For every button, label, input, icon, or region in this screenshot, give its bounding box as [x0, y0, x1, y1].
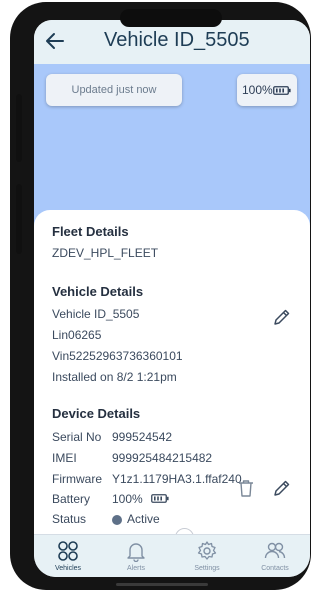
- imei-label: IMEI: [52, 451, 77, 465]
- bell-icon: [127, 543, 145, 562]
- edit-device-pencil-icon[interactable]: [272, 478, 292, 498]
- device-battery-icon: [151, 494, 169, 503]
- vehicle-details-heading: Vehicle Details: [52, 284, 144, 299]
- nav-vehicles-label: Vehicles: [54, 565, 82, 572]
- nav-alerts[interactable]: Alerts: [106, 535, 166, 577]
- vehicle-vin: Vin52252963736360101: [52, 349, 183, 363]
- vehicle-installed: Installed on 8/2 1:21pm: [52, 370, 177, 384]
- firmware-value: Y1z1.1179HA3.1.ffaf240: [112, 472, 242, 486]
- grid-circles-icon: [58, 541, 78, 561]
- serial-value: 999524542: [112, 430, 173, 444]
- battery-icon: [273, 86, 291, 95]
- nav-vehicles[interactable]: Vehicles: [38, 535, 98, 577]
- updated-status-chip: Updated just now: [46, 74, 182, 106]
- bottom-nav: Vehicles Alerts Settings Contacts: [34, 534, 310, 577]
- nav-alerts-label: Alerts: [127, 565, 145, 572]
- home-indicator[interactable]: [116, 583, 208, 586]
- battery-chip: 100%: [237, 74, 297, 106]
- map-area[interactable]: Updated just now 100%: [34, 64, 310, 232]
- page-title: Vehicle ID_5505: [104, 29, 250, 51]
- nav-settings-label: Settings: [194, 565, 220, 572]
- volume-down-button: [16, 184, 22, 254]
- details-sheet: Fleet Details ZDEV_HPL_FLEET Vehicle Det…: [34, 210, 310, 547]
- screen: Vehicle ID_5505 Updated just now 100% Fl…: [34, 20, 310, 577]
- arrow-left-icon[interactable]: [44, 30, 66, 52]
- vehicle-plate: Lin06265: [52, 328, 102, 342]
- firmware-label: Firmware: [52, 472, 102, 486]
- people-icon: [264, 542, 286, 559]
- fleet-name: ZDEV_HPL_FLEET: [52, 246, 159, 260]
- fleet-details-heading: Fleet Details: [52, 224, 129, 239]
- battery-label: Battery: [52, 492, 91, 506]
- camera-notch: [120, 9, 222, 27]
- nav-contacts-label: Contacts: [261, 565, 289, 572]
- status-dot: [112, 515, 122, 525]
- edit-vehicle-pencil-icon[interactable]: [272, 307, 292, 327]
- battery-value: 100%: [112, 492, 143, 506]
- serial-label: Serial No: [52, 430, 102, 444]
- status-label: Status: [52, 512, 87, 526]
- nav-contacts[interactable]: Contacts: [245, 535, 305, 577]
- volume-up-button: [16, 94, 22, 162]
- imei-value: 999925484215482: [112, 451, 213, 465]
- nav-settings[interactable]: Settings: [177, 535, 237, 577]
- delete-device-trash-icon[interactable]: [237, 478, 255, 498]
- status-value: Active: [127, 512, 160, 526]
- phone-frame: Vehicle ID_5505 Updated just now 100% Fl…: [10, 2, 311, 590]
- gear-icon: [197, 541, 217, 560]
- vehicle-id: Vehicle ID_5505: [52, 307, 140, 321]
- battery-percent: 100%: [242, 83, 273, 97]
- device-details-heading: Device Details: [52, 406, 141, 421]
